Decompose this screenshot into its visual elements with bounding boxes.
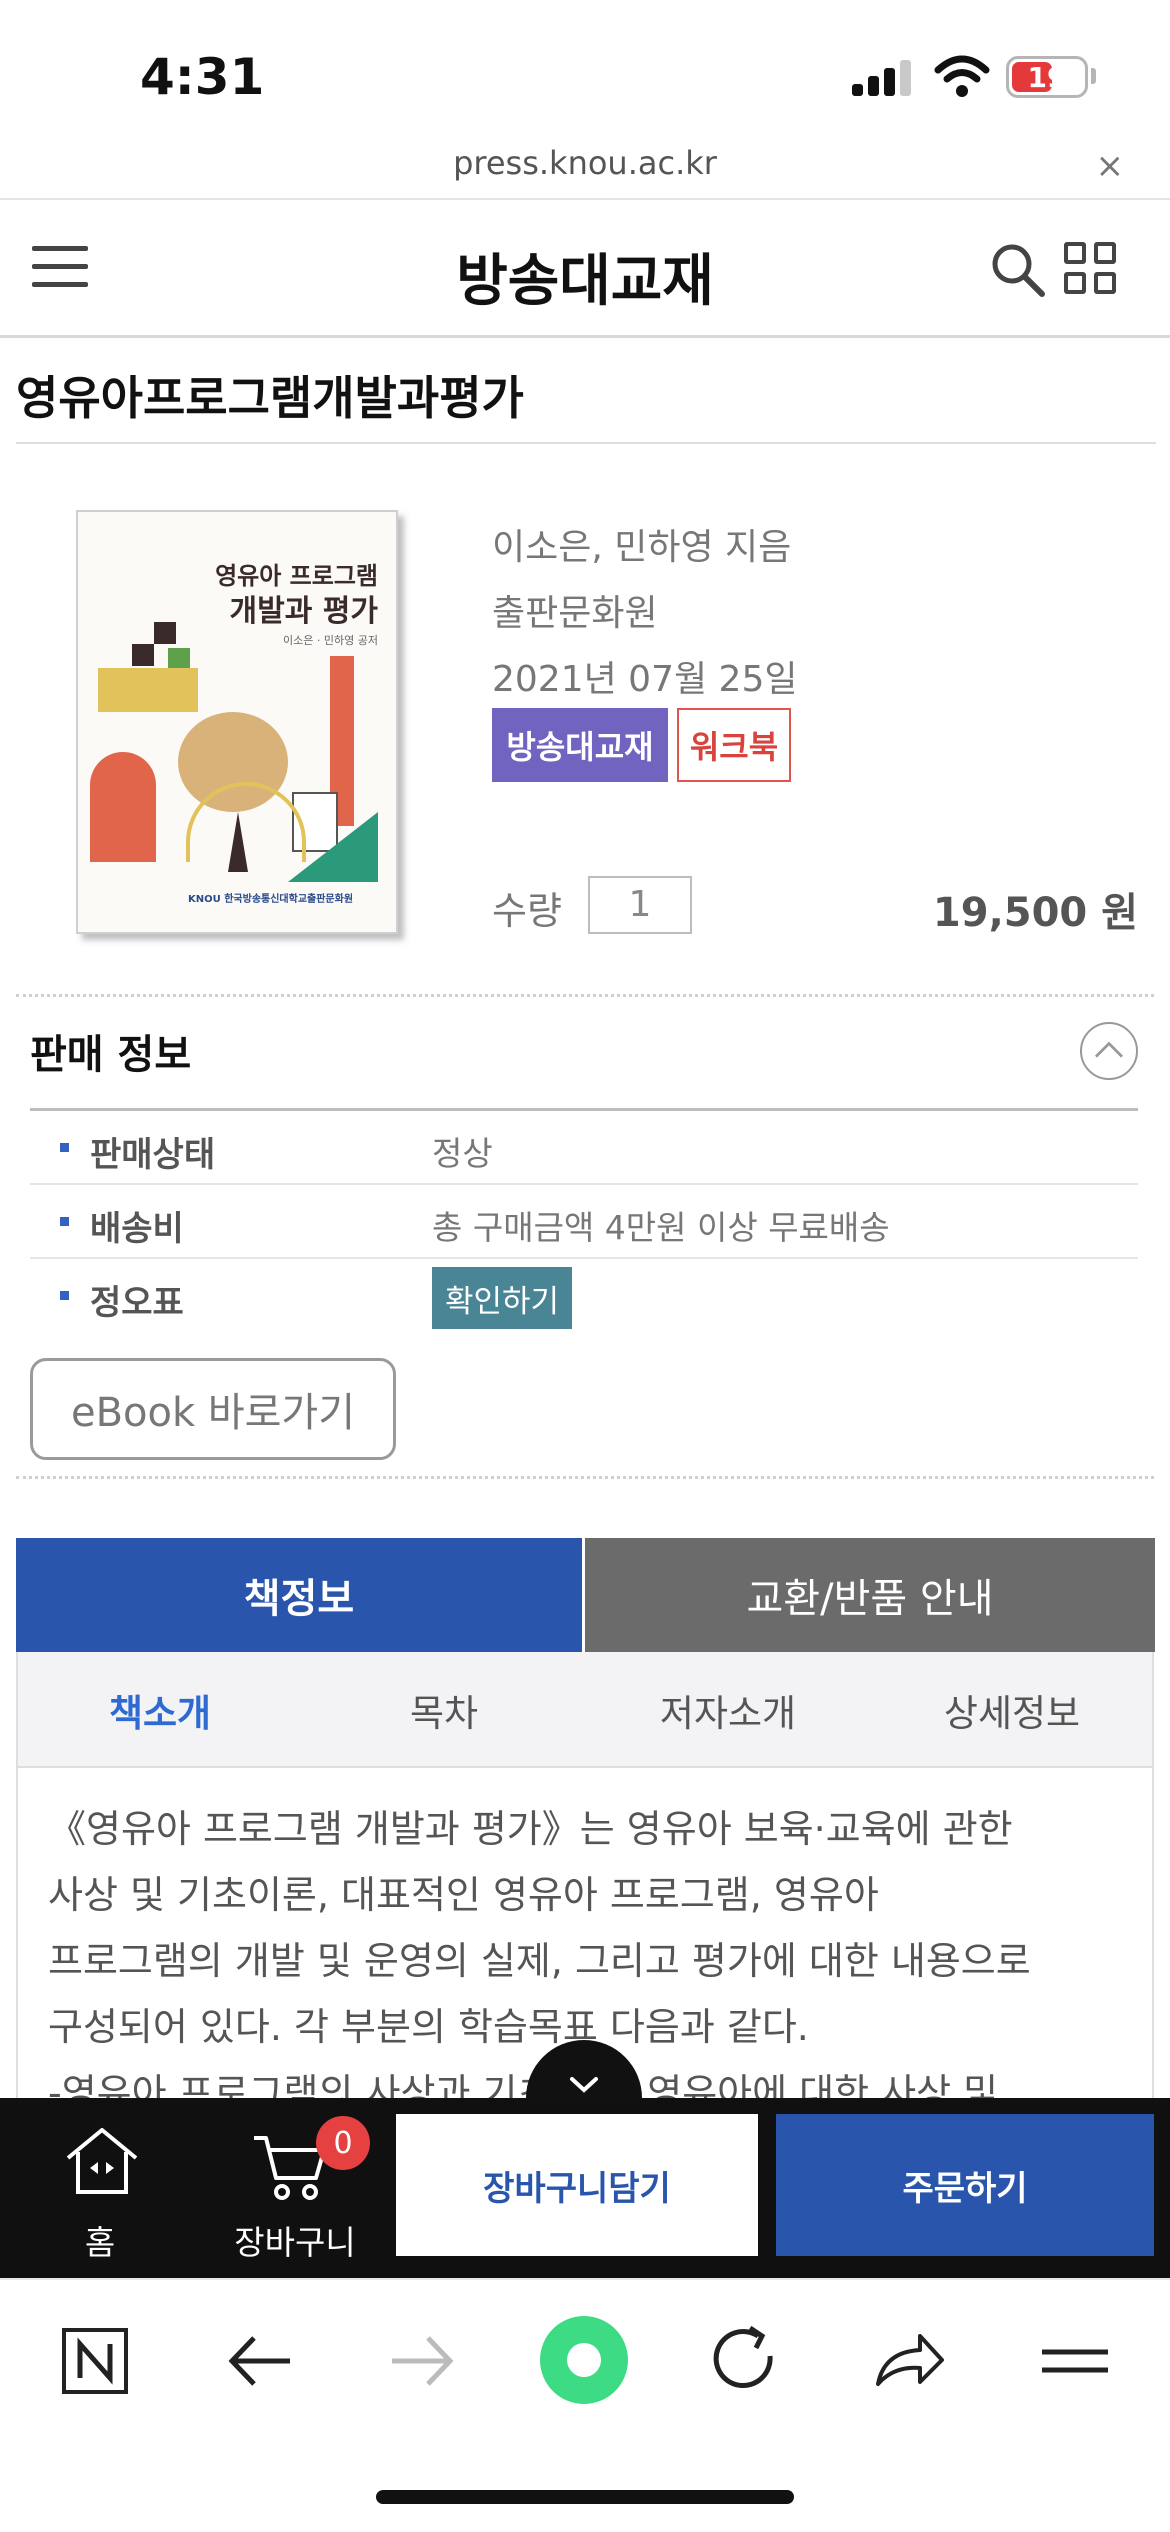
info-value: 총 구매금액 4만원 이상 무료배송	[432, 1208, 890, 1247]
cart-count-badge: 0	[316, 2116, 370, 2170]
home-label: 홈	[84, 2223, 116, 2262]
battery-level: 19	[1027, 61, 1067, 94]
collapse-chevron-up-icon[interactable]	[1080, 1022, 1138, 1080]
refresh-icon[interactable]	[700, 2316, 790, 2406]
quantity-input[interactable]: 1	[588, 876, 692, 934]
share-icon[interactable]	[864, 2316, 954, 2406]
status-bar: 4:31 19	[0, 0, 1170, 140]
home-indicator	[376, 2490, 794, 2504]
bottom-action-bar: 홈 0 장바구니 장바구니담기 주문하기	[0, 2098, 1170, 2278]
tag-badge: 워크북	[677, 708, 791, 782]
product-price: 19,500 원	[932, 890, 1138, 936]
menu-icon[interactable]	[1030, 2316, 1120, 2406]
subtab-intro[interactable]: 책소개	[18, 1652, 302, 1768]
sub-tabs: 책소개 목차 저자소개 상세정보	[16, 1652, 1154, 1768]
naver-n-icon[interactable]	[50, 2316, 140, 2406]
product-title: 영유아프로그램개발과평가	[16, 371, 524, 425]
search-icon[interactable]	[988, 240, 1046, 298]
add-to-cart-button[interactable]: 장바구니담기	[396, 2114, 758, 2256]
cart-label: 장바구니	[234, 2223, 356, 2262]
info-row-shipping: 배송비 총 구매금액 4만원 이상 무료배송	[30, 1185, 1138, 1259]
tag-badge: 방송대교재	[492, 708, 668, 782]
site-header: 방송대교재	[0, 200, 1170, 338]
home-button[interactable]: 홈	[40, 2098, 160, 2278]
errata-confirm-button[interactable]: 확인하기	[432, 1267, 572, 1329]
subtab-toc[interactable]: 목차	[302, 1652, 586, 1768]
signal-icon	[852, 60, 916, 96]
wifi-icon	[934, 55, 990, 97]
divider	[16, 442, 1156, 444]
info-label: 배송비	[90, 1209, 184, 1249]
divider	[16, 994, 1154, 997]
divider	[16, 1476, 1154, 1479]
book-cover-image: 영유아 프로그램 개발과 평가 이소은 · 민하영 공저 KNOU 한국방송통신…	[76, 510, 398, 934]
order-button[interactable]: 주문하기	[776, 2114, 1154, 2256]
product-publisher: 출판문화원	[492, 593, 658, 634]
product-authors: 이소은, 민하영 지음	[492, 527, 792, 568]
tab-exchange-return[interactable]: 교환/반품 안내	[585, 1538, 1155, 1652]
status-time: 4:31	[140, 48, 265, 106]
close-icon[interactable]: ×	[1096, 146, 1125, 186]
url-text: press.knou.ac.kr	[453, 144, 717, 182]
forward-arrow-icon[interactable]	[378, 2316, 468, 2406]
home-icon	[66, 2128, 138, 2194]
battery-icon: 19	[1006, 56, 1088, 98]
product-date: 2021년 07월 25일	[492, 659, 798, 700]
grid-icon[interactable]	[1064, 242, 1118, 296]
info-value: 정상	[432, 1134, 493, 1173]
subtab-author[interactable]: 저자소개	[586, 1652, 870, 1768]
info-label: 판매상태	[90, 1135, 216, 1175]
info-row-errata: 정오표 확인하기	[30, 1259, 1138, 1333]
ebook-button[interactable]: eBook 바로가기	[30, 1358, 396, 1460]
url-bar[interactable]: press.knou.ac.kr ×	[0, 140, 1170, 200]
sales-info-title: 판매 정보	[30, 1032, 192, 1078]
green-dot-icon[interactable]	[538, 2314, 630, 2406]
subtab-details[interactable]: 상세정보	[870, 1652, 1154, 1768]
info-label: 정오표	[90, 1283, 184, 1323]
chevron-down-icon	[570, 2077, 598, 2093]
quantity-label: 수량	[492, 889, 562, 933]
info-row-sale-status: 판매상태 정상	[30, 1111, 1138, 1185]
cart-button[interactable]: 0 장바구니	[220, 2098, 370, 2278]
back-arrow-icon[interactable]	[214, 2316, 304, 2406]
tab-book-info[interactable]: 책정보	[16, 1538, 582, 1652]
